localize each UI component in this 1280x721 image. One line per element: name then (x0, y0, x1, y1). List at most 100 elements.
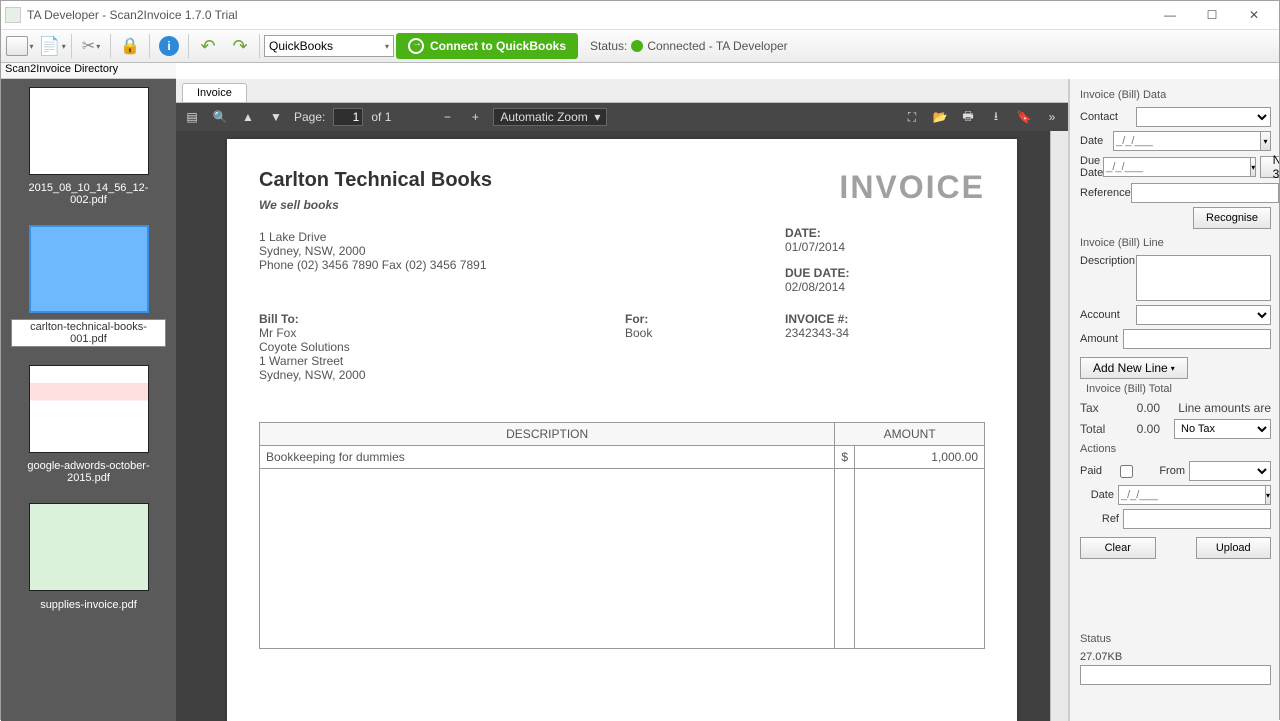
lock-icon: 🔒 (120, 36, 140, 56)
add-line-label: Add New Line (1093, 361, 1168, 375)
upload-button[interactable]: Upload (1196, 537, 1272, 559)
tax-select[interactable]: No Tax (1174, 419, 1271, 439)
cell-currency: $ (835, 446, 855, 469)
zoom-out-icon[interactable]: − (437, 107, 457, 127)
sidebar-title: Scan2Invoice Directory (1, 63, 176, 79)
reference-input[interactable] (1131, 183, 1279, 203)
section-actions: Actions (1080, 443, 1271, 455)
description-input[interactable] (1136, 255, 1271, 301)
from-select[interactable] (1189, 461, 1271, 481)
address-line: Sydney, NSW, 2000 (259, 244, 785, 258)
connect-icon (408, 38, 424, 54)
zoom-select[interactable]: Automatic Zoom ▾ (493, 108, 607, 126)
zoom-label: Automatic Zoom (500, 110, 587, 124)
from-label: From (1151, 465, 1185, 477)
connect-label: Connect to QuickBooks (430, 39, 566, 53)
directory-sidebar: 2015_08_10_14_56_12-002.pdf carlton-tech… (1, 79, 176, 721)
sidebar-toggle-icon[interactable]: ▤ (182, 107, 202, 127)
tools-button[interactable]: ✂ (76, 32, 106, 60)
pdf-button[interactable]: 📄 (37, 32, 67, 60)
terms-select[interactable]: Net 30▾ (1260, 156, 1279, 178)
page-down-icon[interactable]: ▼ (266, 107, 286, 127)
date-input[interactable] (1113, 131, 1261, 151)
maximize-button[interactable]: ☐ (1191, 3, 1233, 27)
tax-label: Tax (1080, 401, 1120, 415)
page-up-icon[interactable]: ▲ (238, 107, 258, 127)
file-name: google-adwords-october-2015.pdf (11, 459, 166, 485)
main-toolbar: 📄 ✂ 🔒 i ↶ ↷ QuickBooks Connect to QuickB… (1, 29, 1279, 63)
tab-invoice[interactable]: Invoice (182, 83, 247, 102)
line-items-table: DESCRIPTIONAMOUNT Bookkeeping for dummie… (259, 422, 985, 649)
zoom-in-icon[interactable]: + (465, 107, 485, 127)
section-status: Status (1080, 633, 1271, 645)
app-icon (5, 7, 21, 23)
phone-line: Phone (02) 3456 7890 Fax (02) 3456 7891 (259, 258, 785, 272)
search-icon[interactable]: 🔍 (210, 107, 230, 127)
contact-label: Contact (1080, 111, 1136, 123)
thumbnail-image (29, 365, 149, 453)
description-label: Description (1080, 255, 1136, 267)
account-select[interactable] (1136, 305, 1271, 325)
duedate-picker-icon[interactable]: ▾ (1251, 157, 1256, 177)
redo-icon: ↷ (232, 36, 247, 57)
col-description: DESCRIPTION (260, 423, 835, 446)
lock-button[interactable]: 🔒 (115, 32, 145, 60)
duedate-input[interactable] (1103, 157, 1251, 177)
fullscreen-icon[interactable]: ⛶ (902, 107, 922, 127)
account-label: Account (1080, 309, 1136, 321)
open-icon[interactable]: 📂 (930, 107, 950, 127)
separator (188, 34, 189, 58)
billto-company: Coyote Solutions (259, 340, 625, 354)
print-icon[interactable]: 🖶 (958, 107, 978, 127)
status-input[interactable] (1080, 665, 1271, 685)
file-thumb[interactable]: google-adwords-october-2015.pdf (11, 365, 166, 485)
section-bill-line: Invoice (Bill) Line (1080, 237, 1271, 249)
amount-input[interactable] (1123, 329, 1271, 349)
window-title: TA Developer - Scan2Invoice 1.7.0 Trial (27, 8, 1149, 22)
paid-date-input[interactable] (1118, 485, 1266, 505)
due-label: DUE DATE: (785, 266, 985, 280)
connect-quickbooks-button[interactable]: Connect to QuickBooks (396, 33, 578, 59)
date-picker-icon[interactable]: ▾ (1261, 131, 1271, 151)
separator (71, 34, 72, 58)
undo-button[interactable]: ↶ (193, 32, 223, 60)
tools-icon: ✂ (82, 36, 95, 56)
titlebar: TA Developer - Scan2Invoice 1.7.0 Trial … (1, 1, 1279, 29)
undo-icon: ↶ (200, 36, 215, 57)
file-thumb[interactable]: 2015_08_10_14_56_12-002.pdf (11, 87, 166, 207)
close-button[interactable]: ✕ (1233, 3, 1275, 27)
bookmark-icon[interactable]: 🔖 (1014, 107, 1034, 127)
date-label: Date (1080, 135, 1113, 147)
page-input[interactable] (333, 108, 363, 126)
paid-checkbox[interactable] (1120, 465, 1133, 478)
document-viewport[interactable]: Carlton Technical Books We sell books 1 … (176, 131, 1068, 721)
minimize-button[interactable]: — (1149, 3, 1191, 27)
date-value: 01/07/2014 (785, 240, 985, 254)
separator (149, 34, 150, 58)
company-name: Carlton Technical Books (259, 169, 785, 192)
add-line-button[interactable]: Add New Line ▾ (1080, 357, 1188, 379)
file-size: 27.07KB (1080, 651, 1271, 663)
separator (110, 34, 111, 58)
file-thumb-selected[interactable]: carlton-technical-books-001.pdf (11, 225, 166, 347)
file-name: 2015_08_10_14_56_12-002.pdf (11, 181, 166, 207)
download-icon[interactable]: ⭳ (986, 107, 1006, 127)
more-icon[interactable]: » (1042, 107, 1062, 127)
info-button[interactable]: i (154, 32, 184, 60)
thumbnail-image (29, 87, 149, 175)
contact-select[interactable] (1136, 107, 1271, 127)
file-name: supplies-invoice.pdf (38, 598, 139, 612)
recognise-button[interactable]: Recognise (1193, 207, 1271, 229)
paid-date-picker-icon[interactable]: ▾ (1266, 485, 1271, 505)
redo-button[interactable]: ↷ (225, 32, 255, 60)
scan-button[interactable] (5, 32, 35, 60)
date-label: DATE: (785, 226, 985, 240)
file-name: carlton-technical-books-001.pdf (11, 319, 166, 347)
paid-ref-input[interactable] (1123, 509, 1271, 529)
billto-addr: 1 Warner Street (259, 354, 625, 368)
file-thumb[interactable]: supplies-invoice.pdf (11, 503, 166, 612)
target-select[interactable]: QuickBooks (264, 35, 394, 57)
invoice-heading: INVOICE (785, 169, 985, 206)
tax-value: 0.00 (1120, 401, 1160, 415)
clear-button[interactable]: Clear (1080, 537, 1156, 559)
